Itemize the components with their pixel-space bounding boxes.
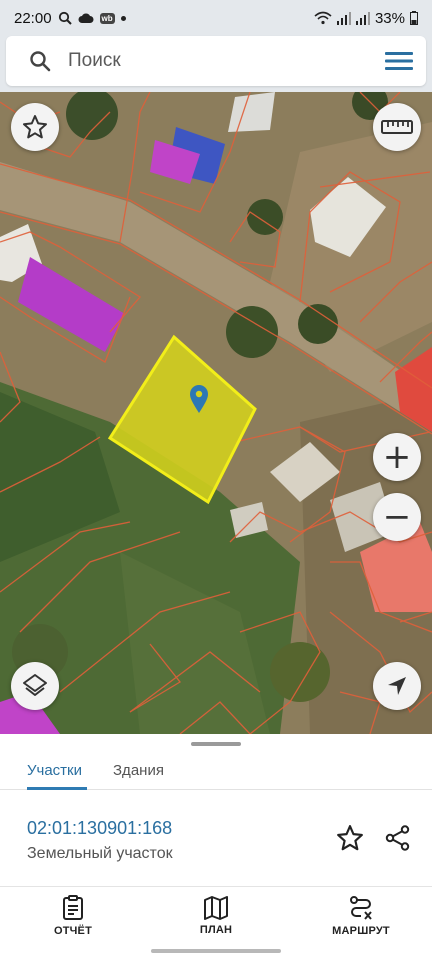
battery-icon — [410, 11, 418, 25]
satellite-map[interactable] — [0, 92, 432, 734]
wifi-icon — [314, 11, 332, 25]
tab-active-indicator — [27, 787, 87, 790]
bottom-navigation: ОТЧЁТ ПЛАН МАРШРУТ — [0, 886, 432, 944]
notification-badge: wb — [99, 12, 115, 24]
share-icon — [385, 825, 410, 851]
layers-button[interactable] — [11, 662, 59, 710]
search-icon[interactable] — [28, 49, 52, 73]
nav-plan-label: ПЛАН — [199, 924, 233, 936]
map-icon — [204, 896, 228, 920]
sheet-tabs: Участки Здания — [0, 750, 432, 790]
layers-icon — [23, 674, 47, 696]
my-location-button[interactable] — [373, 662, 421, 710]
route-icon — [350, 896, 372, 920]
gesture-area — [0, 944, 432, 960]
navigation-arrow-icon — [388, 677, 406, 695]
notification-dot — [120, 15, 126, 21]
status-time: 22:00 — [14, 9, 52, 27]
zoom-in-button[interactable]: + — [373, 433, 421, 481]
map-view[interactable]: + − — [0, 92, 432, 734]
zoom-in-icon: + — [382, 437, 412, 477]
nav-route[interactable]: МАРШРУТ — [316, 887, 406, 945]
signal-icon — [336, 11, 351, 25]
add-favorite-button[interactable] — [334, 822, 366, 854]
zoom-out-icon: − — [382, 497, 412, 537]
sheet-drag-handle[interactable] — [191, 742, 241, 746]
search-container — [0, 36, 432, 92]
ruler-icon — [381, 120, 413, 134]
parcel-type: Земельный участок — [27, 845, 173, 862]
search-bar — [6, 36, 426, 86]
favorites-button[interactable] — [11, 103, 59, 151]
cloud-status-icon — [78, 13, 94, 23]
tab-parcels[interactable]: Участки — [27, 750, 82, 790]
zoom-out-button[interactable]: − — [373, 493, 421, 541]
gesture-bar[interactable] — [151, 949, 281, 953]
search-input[interactable] — [68, 50, 384, 72]
parcel-cadastral-number[interactable]: 02:01:130901:168 — [27, 818, 172, 839]
status-bar: 22:00 wb 33% — [0, 0, 432, 36]
report-icon — [63, 895, 83, 920]
ruler-button[interactable] — [373, 103, 421, 151]
menu-icon[interactable] — [384, 49, 414, 73]
nav-report-label: ОТЧЁТ — [53, 925, 93, 937]
battery-level: 33% — [374, 9, 405, 27]
nav-plan[interactable]: ПЛАН — [173, 887, 259, 945]
bottom-sheet: Участки Здания 02:01:130901:168 Земельны… — [0, 734, 432, 884]
star-outline-icon — [337, 825, 363, 851]
nav-route-label: МАРШРУТ — [332, 925, 390, 937]
nav-report[interactable]: ОТЧЁТ — [30, 887, 116, 945]
search-status-icon — [58, 11, 72, 25]
share-button[interactable] — [382, 822, 414, 854]
signal-icon-2 — [355, 11, 370, 25]
star-icon — [23, 115, 47, 139]
tab-buildings[interactable]: Здания — [113, 750, 164, 790]
